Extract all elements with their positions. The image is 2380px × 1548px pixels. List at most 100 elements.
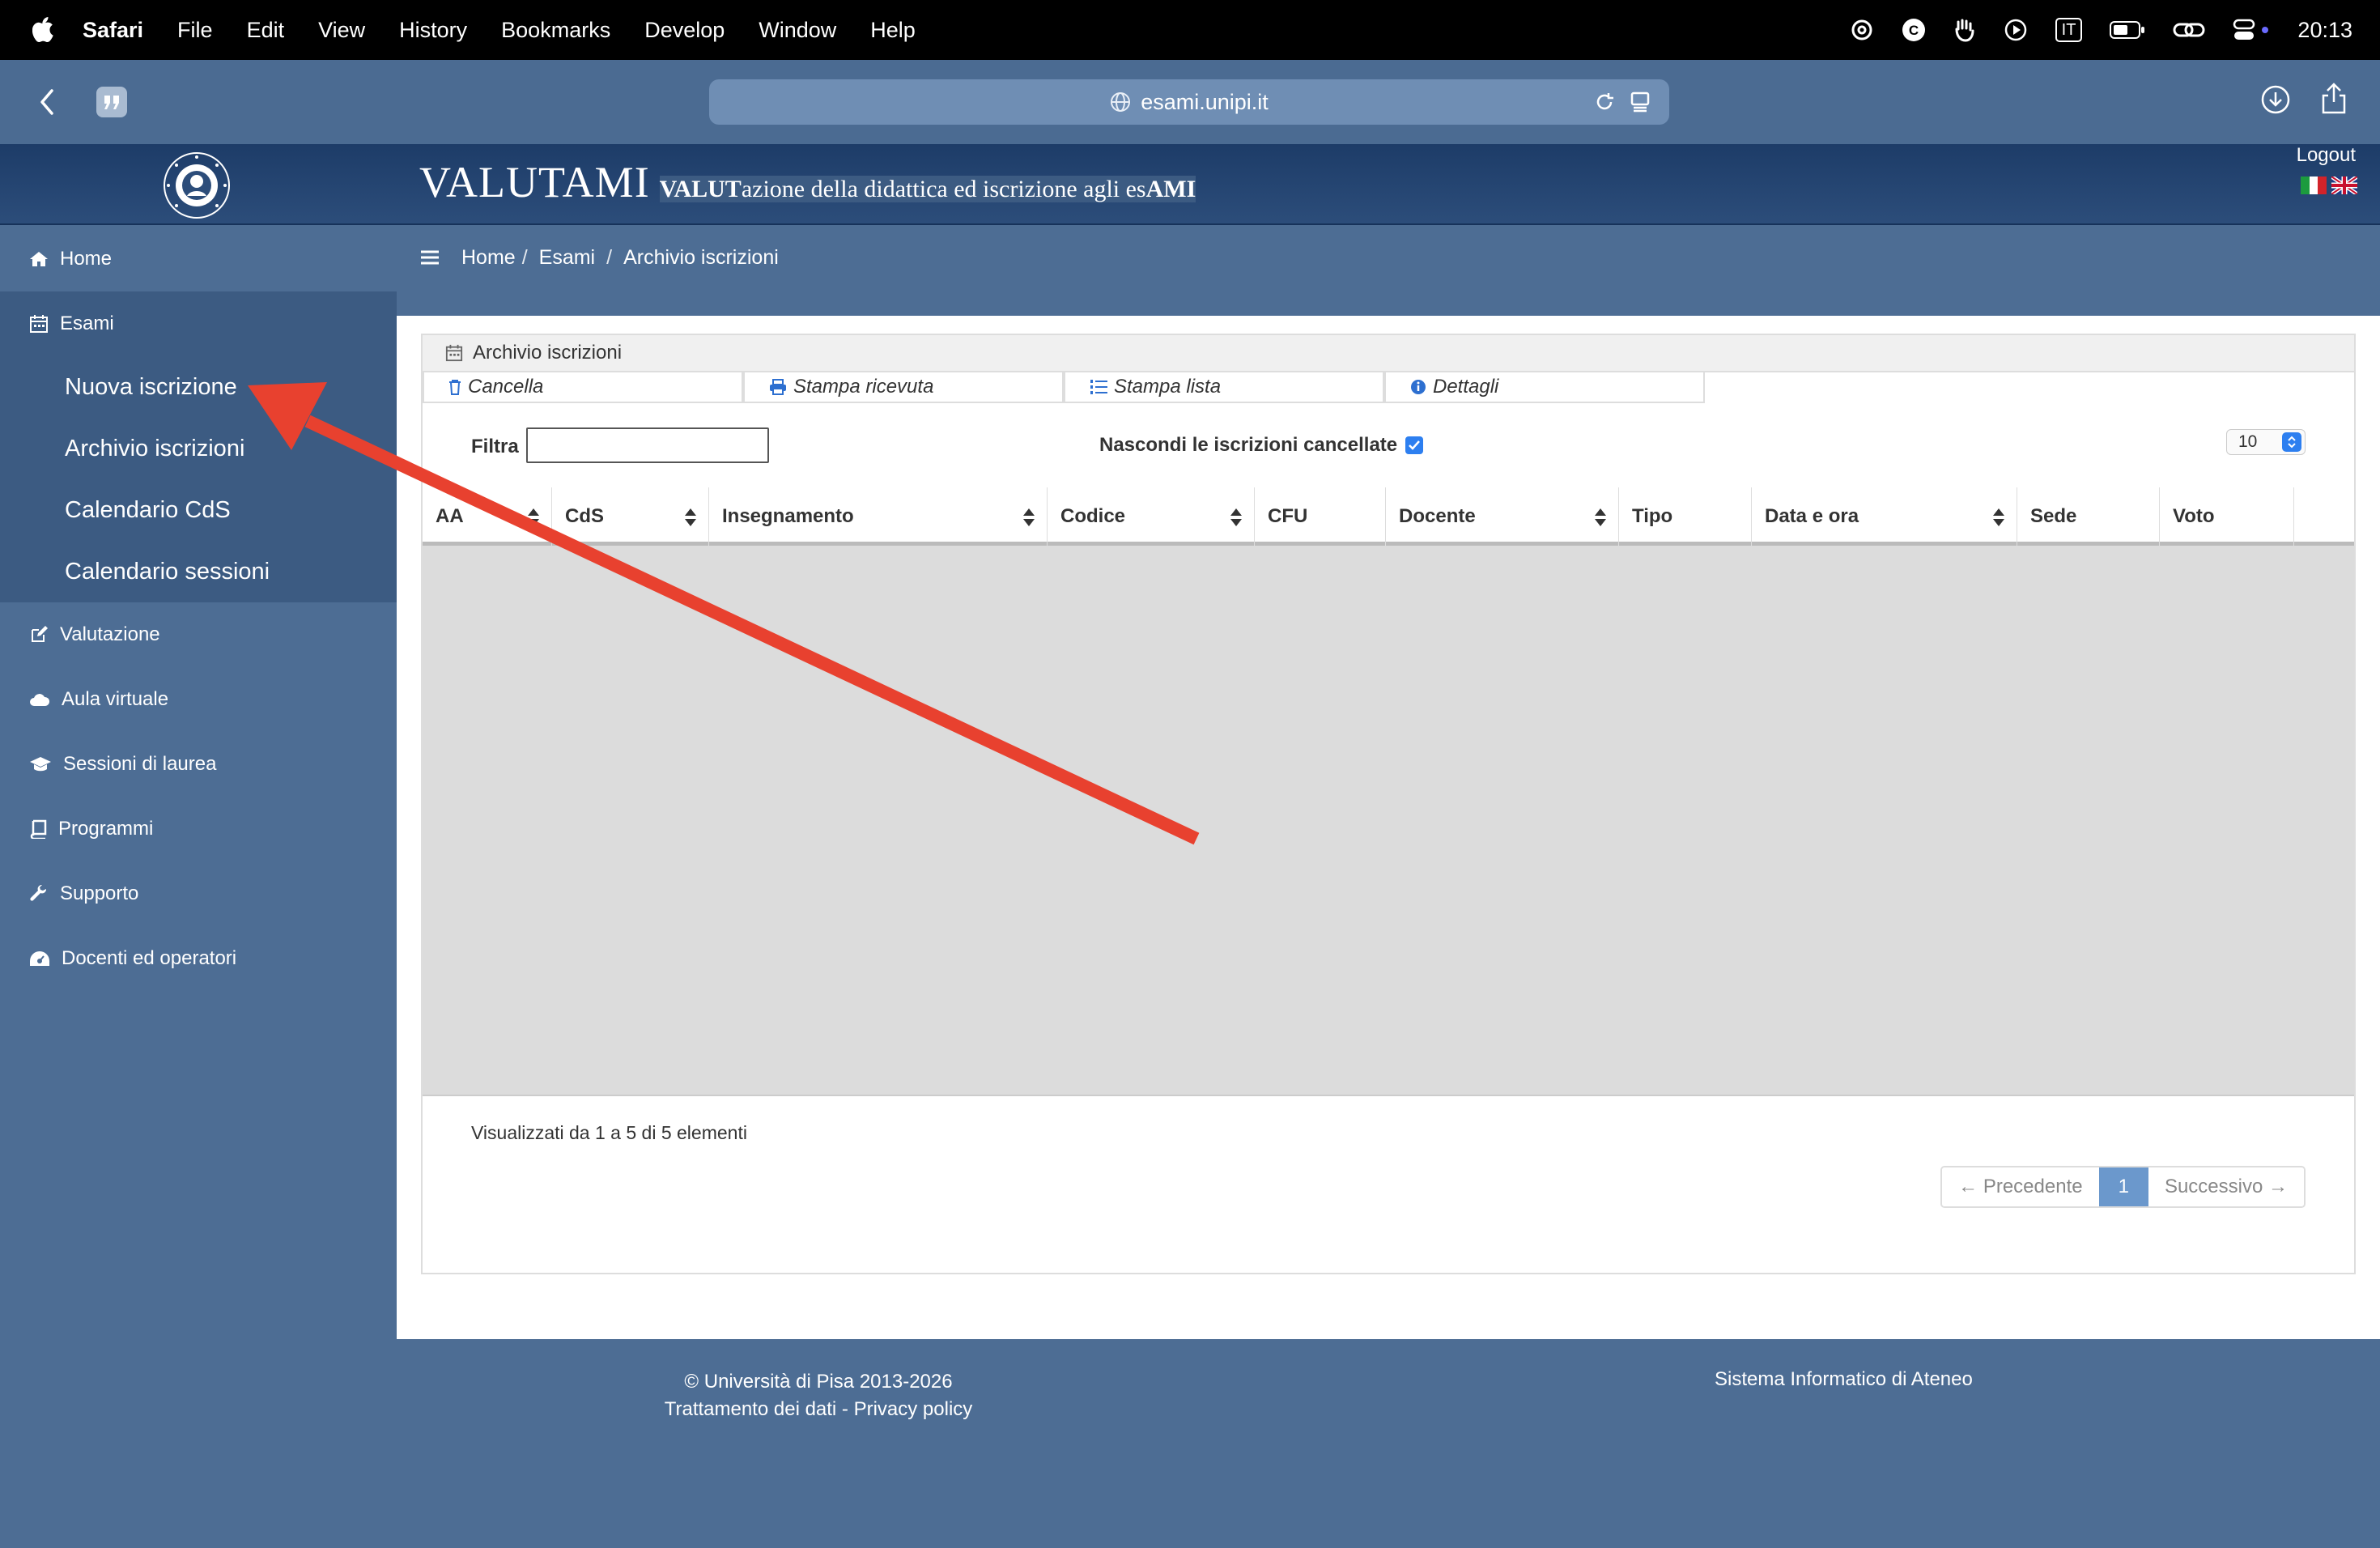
column-header-voto[interactable]: Voto xyxy=(2160,487,2294,546)
site-header: VALUTAMI VALUTazione della didattica ed i… xyxy=(0,144,2380,225)
privacy-link[interactable]: Trattamento dei dati - Privacy policy xyxy=(0,1396,1637,1423)
hide-cancelled-toggle[interactable]: Nascondi le iscrizioni cancellate xyxy=(1099,434,1424,457)
column-header-codice[interactable]: Codice xyxy=(1048,487,1255,546)
hand-icon[interactable] xyxy=(1953,18,1976,42)
apple-menu-icon[interactable] xyxy=(32,17,55,43)
menu-help[interactable]: Help xyxy=(870,18,916,43)
trash-icon xyxy=(448,379,461,395)
svg-text:C: C xyxy=(1909,23,1919,38)
sidebar-item-home[interactable]: Home xyxy=(0,227,397,291)
menu-develop[interactable]: Develop xyxy=(644,18,725,43)
sort-icon xyxy=(684,507,697,528)
sidebar-item-label: Valutazione xyxy=(60,623,160,645)
panel-title: Archivio iscrizioni xyxy=(473,342,623,364)
column-header-cds[interactable]: CdS xyxy=(552,487,709,546)
site-brand[interactable]: VALUTAMI VALUTazione della didattica ed i… xyxy=(419,157,1196,207)
hide-cancelled-checkbox[interactable] xyxy=(1405,436,1424,454)
download-icon[interactable] xyxy=(2260,84,2291,115)
page-size-select[interactable]: 10 xyxy=(2226,429,2306,455)
filter-input[interactable] xyxy=(526,427,769,463)
share-icon[interactable] xyxy=(2320,81,2348,115)
sidebar-item-label: Aula virtuale xyxy=(62,688,169,710)
sidebar-item-label: Supporto xyxy=(60,882,139,904)
menu-bookmarks[interactable]: Bookmarks xyxy=(501,18,610,43)
submenu-nuova-iscrizione[interactable]: Nuova iscrizione xyxy=(0,356,397,418)
table-header: AA CdS Insegnamento Codice CFU Docente T… xyxy=(423,487,2354,546)
sidebar-item-valutazione[interactable]: Valutazione xyxy=(0,602,397,667)
sidebar-item-label: Home xyxy=(60,248,113,270)
language-switcher xyxy=(2301,176,2357,194)
battery-icon[interactable] xyxy=(2110,20,2145,40)
pagination: ← Precedente 1 Successivo → xyxy=(1940,1166,2306,1208)
menu-view[interactable]: View xyxy=(318,18,365,43)
menu-window[interactable]: Window xyxy=(759,18,836,43)
copyright-text: © Università di Pisa 2013-2026 xyxy=(684,1371,953,1393)
menu-edit[interactable]: Edit xyxy=(247,18,285,43)
sidebar-item-label: Esami xyxy=(60,313,114,334)
sidebar-item-programmi[interactable]: Programmi xyxy=(0,797,397,861)
button-label: Dettagli xyxy=(1433,376,1499,398)
extension-icon[interactable] xyxy=(96,86,128,118)
globe-icon xyxy=(1110,91,1131,113)
column-header-docente[interactable]: Docente xyxy=(1386,487,1619,546)
sidebar-item-esami[interactable]: Esami xyxy=(0,291,397,356)
select-arrows-icon xyxy=(2282,432,2301,452)
action-toolbar: Cancella Stampa ricevuta Stampa lista De… xyxy=(423,372,2354,405)
dettagli-button[interactable]: Dettagli xyxy=(1384,372,1705,403)
uk-flag-icon[interactable] xyxy=(2331,176,2357,194)
reader-icon[interactable] xyxy=(1629,91,1651,113)
sidebar-item-aula-virtuale[interactable]: Aula virtuale xyxy=(0,667,397,732)
column-header-insegnamento[interactable]: Insegnamento xyxy=(709,487,1048,546)
clock-time[interactable]: 20:13 xyxy=(2297,18,2352,43)
archivio-panel: Archivio iscrizioni Cancella Stampa rice… xyxy=(421,334,2356,1274)
address-bar[interactable]: esami.unipi.it xyxy=(709,79,1669,125)
sidebar-item-label: Sessioni di laurea xyxy=(63,753,217,775)
breadcrumb-home[interactable]: Home xyxy=(461,246,516,270)
italian-flag-icon[interactable] xyxy=(2301,176,2327,194)
column-header-sede[interactable]: Sede xyxy=(2017,487,2160,546)
logout-link[interactable]: Logout xyxy=(2297,144,2356,167)
submenu-calendario-cds[interactable]: Calendario CdS xyxy=(0,479,397,541)
input-source-indicator[interactable]: IT xyxy=(2055,18,2083,42)
sidebar-item-label: Docenti ed operatori xyxy=(62,947,237,969)
sidebar: Home Esami Nuova iscrizione Archivio isc… xyxy=(0,227,397,1336)
stampa-ricevuta-button[interactable]: Stampa ricevuta xyxy=(743,372,1064,403)
link-icon[interactable] xyxy=(2173,19,2205,40)
reload-icon[interactable] xyxy=(1593,91,1616,113)
back-icon[interactable] xyxy=(37,86,57,118)
openai-icon[interactable] xyxy=(1850,18,1874,42)
column-header-cfu[interactable]: CFU xyxy=(1255,487,1386,546)
column-header-aa[interactable]: AA xyxy=(423,487,552,546)
control-center-icon[interactable] xyxy=(2233,19,2270,41)
university-seal-logo[interactable] xyxy=(160,149,233,222)
column-header-tipo[interactable]: Tipo xyxy=(1619,487,1752,546)
cancella-button[interactable]: Cancella xyxy=(423,372,743,403)
page-1-button[interactable]: 1 xyxy=(2098,1167,2148,1206)
sidebar-item-supporto[interactable]: Supporto xyxy=(0,861,397,926)
edit-icon xyxy=(29,625,49,644)
sort-icon xyxy=(1230,507,1243,528)
footer-copyright-block: © Università di Pisa 2013-2026 Trattamen… xyxy=(0,1368,1637,1423)
info-icon xyxy=(1410,379,1426,395)
sidebar-item-docenti-operatori[interactable]: Docenti ed operatori xyxy=(0,926,397,991)
play-icon[interactable] xyxy=(2004,18,2028,42)
list-icon xyxy=(1090,379,1107,395)
breadcrumb-esami[interactable]: Esami xyxy=(539,246,595,270)
sidebar-item-sessioni-laurea[interactable]: Sessioni di laurea xyxy=(0,732,397,797)
home-icon xyxy=(29,250,49,268)
menu-app-safari[interactable]: Safari xyxy=(83,18,143,43)
breadcrumb-current: Archivio iscrizioni xyxy=(623,245,779,269)
previous-page-button[interactable]: ← Precedente xyxy=(1942,1167,2099,1206)
hamburger-menu-icon[interactable] xyxy=(421,250,439,265)
stampa-lista-button[interactable]: Stampa lista xyxy=(1064,372,1384,403)
column-header-data-ora[interactable]: Data e ora xyxy=(1752,487,2017,546)
menu-history[interactable]: History xyxy=(399,18,467,43)
sia-link[interactable]: Sistema Informatico di Ateneo xyxy=(1715,1368,1973,1391)
menu-file[interactable]: File xyxy=(177,18,213,43)
submenu-calendario-sessioni[interactable]: Calendario sessioni xyxy=(0,541,397,602)
c-app-icon[interactable]: C xyxy=(1902,18,1926,42)
submenu-archivio-iscrizioni[interactable]: Archivio iscrizioni xyxy=(0,418,397,479)
next-page-button[interactable]: Successivo → xyxy=(2148,1167,2304,1206)
table-footer: Visualizzati da 1 a 5 di 5 elementi ← Pr… xyxy=(423,1108,2354,1269)
book-icon xyxy=(29,819,47,839)
